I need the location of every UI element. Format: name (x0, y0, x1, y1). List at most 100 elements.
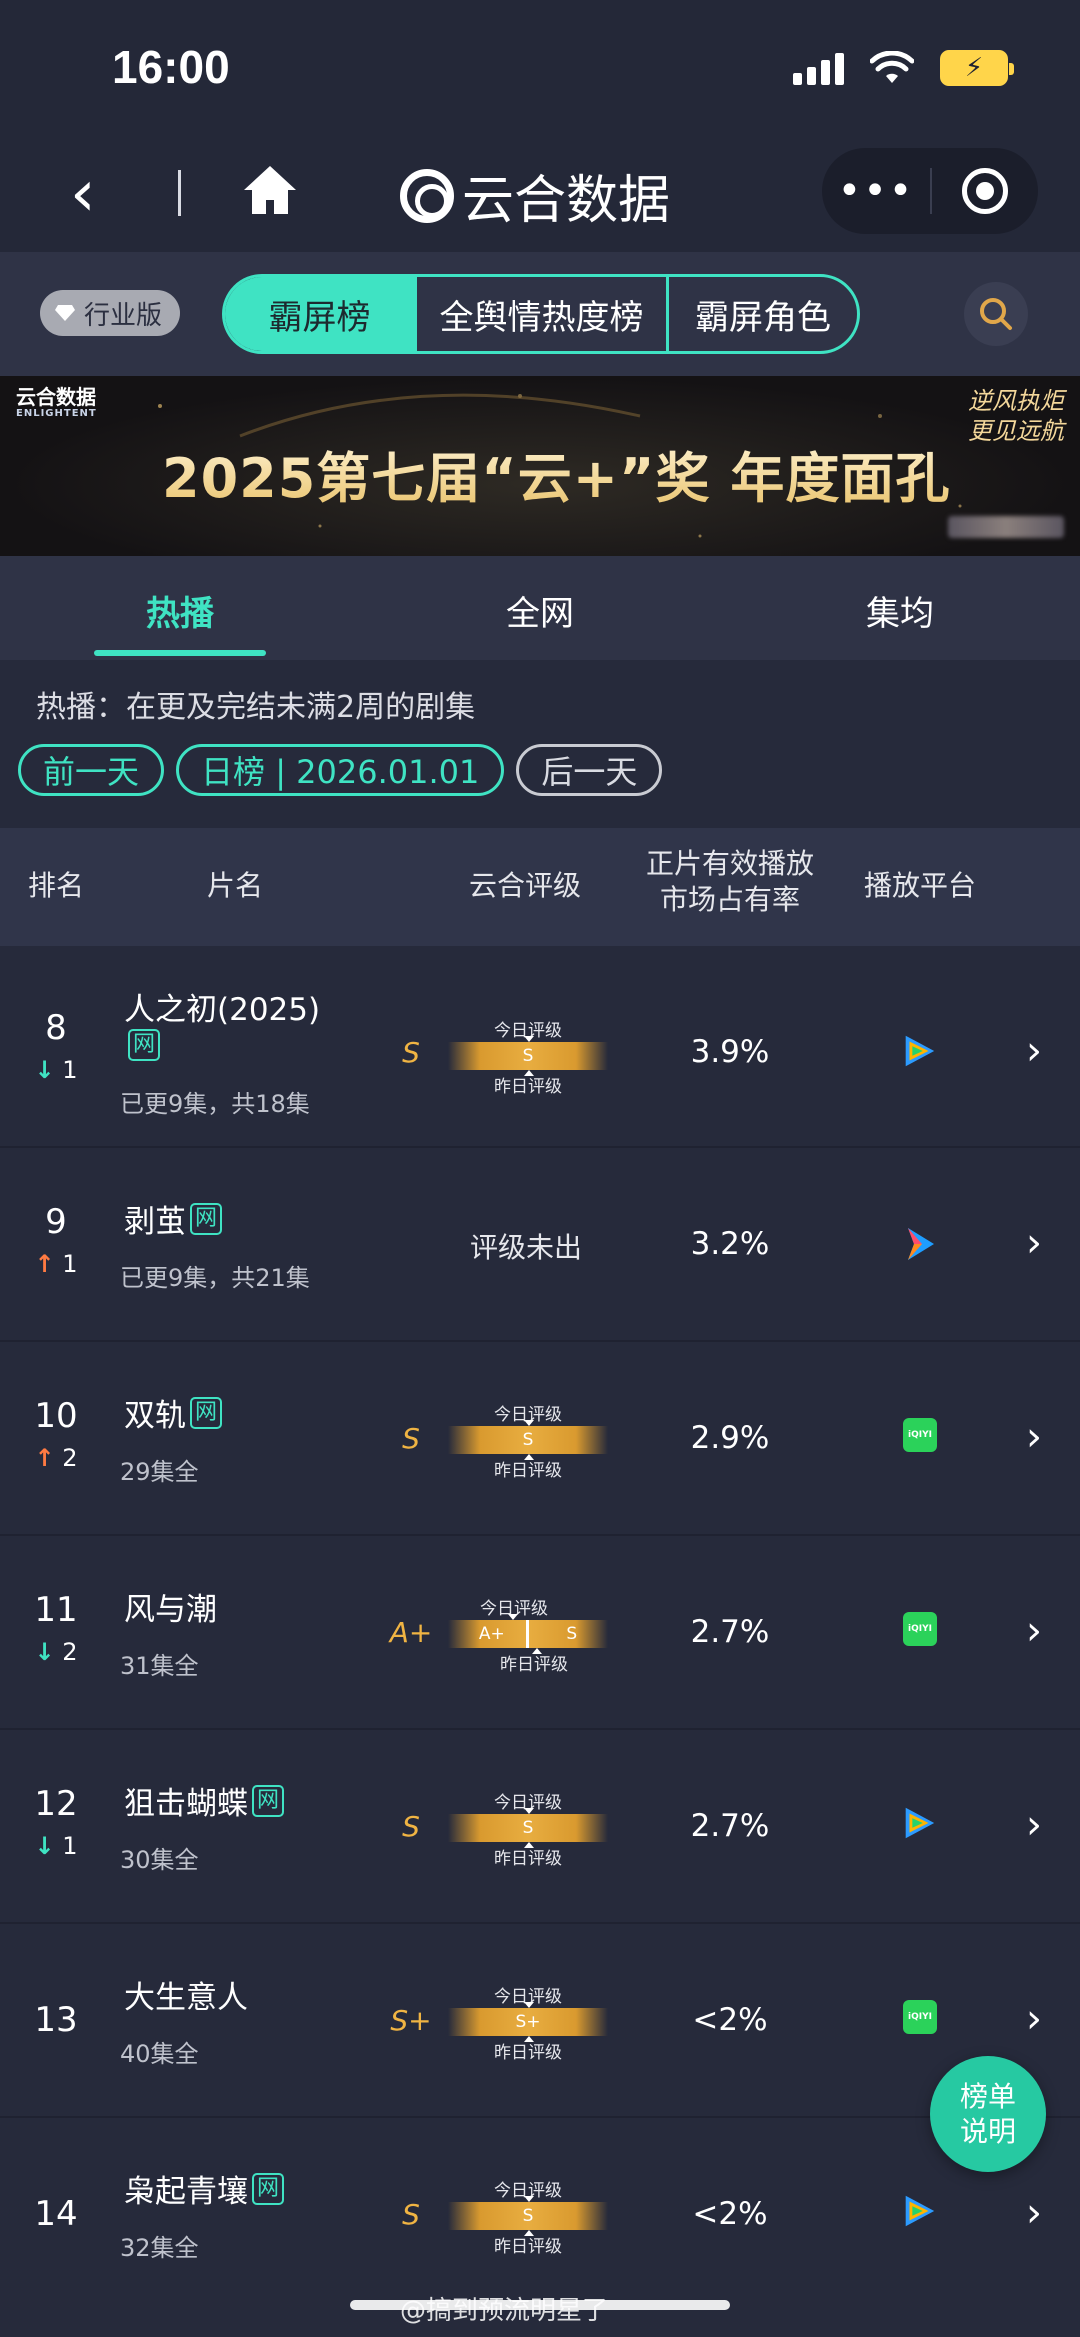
table-row[interactable]: 10 ↑ 2 双轨网 29集全 S 今日评级 S 昨日评级 2.9% iQIYI… (0, 1342, 1080, 1532)
market-share: <2% (692, 2196, 768, 2232)
drama-title: 狙击蝴蝶网 (124, 1778, 284, 1823)
header-share: 正片有效播放 市场占有率 (640, 846, 820, 919)
tab-dominance[interactable]: 霸屏榜 (225, 277, 417, 351)
chevron-right-icon[interactable]: › (1026, 1608, 1042, 1654)
banner-title: 2025第七届“云+”奖 年度面孔 (162, 434, 950, 513)
ranking-tab-group: 霸屏榜 全舆情热度榜 霸屏角色 (222, 274, 860, 354)
next-day-button[interactable]: 后一天 (516, 744, 663, 796)
definition-note: 热播：在更及完结未满2周的剧集 (36, 690, 476, 725)
header-rating: 云合评级 (468, 869, 581, 902)
episode-status: 31集全 (120, 1652, 199, 1680)
episode-status: 40集全 (120, 2040, 199, 2068)
rank-trend: ↓ 2 (0, 1638, 112, 1666)
edition-badge-label: 行业版 (84, 300, 163, 331)
edition-badge[interactable]: 行业版 (40, 290, 181, 336)
rating-bar: S+ (448, 2002, 608, 2042)
today-rating: A+ (478, 1624, 505, 1644)
rating-comparison: 今日评级 S 昨日评级 (448, 1021, 608, 1097)
web-drama-tag: 网 (190, 1202, 222, 1235)
more-button[interactable]: ••• (822, 168, 930, 214)
today-rating: S (522, 1046, 534, 1066)
episode-status: 已更9集，共21集 (120, 1264, 310, 1292)
tab-hot[interactable]: 热播 (0, 556, 360, 660)
chevron-right-icon[interactable]: › (1026, 1802, 1042, 1848)
table-row[interactable]: 11 ↓ 2 风与潮 31集全 A+ 今日评级 A+ S 昨日评级 2.7% i… (0, 1536, 1080, 1726)
home-icon[interactable] (240, 160, 300, 220)
trend-value: 1 (62, 1056, 78, 1084)
banner-slogan: 逆风执炬 更见远航 (968, 386, 1064, 446)
yesterday-rating-label: 昨日评级 (500, 1655, 568, 1675)
episode-status: 已更9集，共18集 (120, 1090, 310, 1118)
fab-line1: 榜单 (959, 2080, 1016, 2113)
drama-title-text: 剥茧 (124, 1204, 186, 1240)
rating-comparison: 今日评级 S 昨日评级 (448, 2181, 608, 2257)
iqiyi-logo: iQIYI (903, 2000, 937, 2034)
header-share-line2: 市场占有率 (659, 883, 800, 917)
trend-up-icon: ↑ (34, 1250, 55, 1278)
ranking-explanation-button[interactable]: 榜单 说明 (930, 2056, 1046, 2172)
rank-number: 12 (34, 1784, 78, 1824)
rating-bar: S (448, 1808, 608, 1848)
mini-program-capsule: ••• (822, 148, 1038, 234)
nav-divider (178, 170, 181, 216)
banner-slogan-line1: 逆风执炬 (968, 387, 1064, 415)
drama-title-text: 双轨 (124, 1398, 186, 1434)
drama-title-text: 大生意人 (124, 1980, 248, 2016)
search-button[interactable] (964, 282, 1028, 346)
table-row[interactable]: 12 ↓ 1 狙击蝴蝶网 30集全 S 今日评级 S 昨日评级 2.7% › (0, 1730, 1080, 1920)
market-share: <2% (692, 2002, 768, 2038)
tab-per-episode[interactable]: 集均 (720, 556, 1080, 660)
date-selector[interactable]: 日榜 | 2026.01.01 (176, 744, 505, 796)
trend-value: 2 (62, 1444, 78, 1472)
rating-grade: S (402, 1036, 420, 1069)
table-row[interactable]: 13 大生意人 40集全 S+ 今日评级 S+ 昨日评级 <2% iQIYI › (0, 1924, 1080, 2114)
rank-number: 13 (34, 2000, 78, 2040)
back-button[interactable]: ‹ (70, 162, 96, 226)
market-share: 2.9% (690, 1420, 770, 1456)
toolbar: 行业版 霸屏榜 全舆情热度榜 霸屏角色 (0, 252, 1080, 376)
chevron-right-icon[interactable]: › (1026, 1414, 1042, 1460)
rank-trend: ↑ 1 (0, 1250, 112, 1278)
rating-bar: S (448, 1420, 608, 1460)
yesterday-rating-label: 昨日评级 (494, 2237, 562, 2257)
yesterday-rating-label: 昨日评级 (494, 2043, 562, 2063)
app-title-text: 云合数据 (462, 171, 671, 231)
iqiyi-icon: iQIYI (900, 1612, 940, 1652)
promo-banner[interactable]: 云合数据 ENLIGHTENT 2025第七届“云+”奖 年度面孔 逆风执炬 更… (0, 376, 1080, 556)
rating-comparison: 今日评级 A+ S 昨日评级 (448, 1599, 608, 1675)
table-row[interactable]: 8 ↓ 1 人之初(2025) 网 已更9集，共18集 S 今日评级 S 昨日评级… (0, 954, 1080, 1144)
rank-number: 10 (34, 1396, 78, 1436)
market-share: 3.9% (690, 1034, 770, 1070)
tab-sentiment[interactable]: 全舆情热度榜 (417, 277, 669, 351)
yesterday-rating-label: 昨日评级 (494, 1077, 562, 1097)
banner-logo-sub: ENLIGHTENT (16, 408, 97, 419)
nav-bar: ‹ 云合数据 ••• (0, 140, 1080, 252)
chevron-right-icon[interactable]: › (1026, 1220, 1042, 1266)
tab-all-network[interactable]: 全网 (360, 556, 720, 660)
table-row[interactable]: 14 枭起青壤网 32集全 S 今日评级 S 昨日评级 <2% › (0, 2118, 1080, 2308)
rating-grade: S (402, 1810, 420, 1843)
fab-line2: 说明 (959, 2115, 1016, 2148)
chevron-right-icon[interactable]: › (1026, 1028, 1042, 1074)
market-share: 2.7% (690, 1614, 770, 1650)
close-button[interactable] (932, 168, 1038, 214)
banner-slogan-line2: 更见远航 (968, 417, 1064, 445)
chevron-right-icon[interactable]: › (1026, 2190, 1042, 2236)
market-share: 3.2% (690, 1226, 770, 1262)
tab-roles[interactable]: 霸屏角色 (669, 277, 857, 351)
status-bar: 16:00 ⚡ (0, 0, 1080, 140)
chevron-right-icon[interactable]: › (1026, 1996, 1042, 2042)
logo-icon (400, 168, 454, 223)
trend-value: 1 (62, 1832, 78, 1860)
rank-number: 11 (34, 1590, 78, 1630)
rating-comparison: 今日评级 S 昨日评级 (448, 1793, 608, 1869)
tencent-video-icon (905, 2195, 935, 2227)
iqiyi-logo: iQIYI (903, 1612, 937, 1646)
today-rating: S (522, 1818, 534, 1838)
trend-down-icon: ↓ (34, 1638, 55, 1666)
prev-day-button[interactable]: 前一天 (18, 744, 165, 796)
rating-grade: S (402, 2198, 420, 2231)
table-row[interactable]: 9 ↑ 1 剥茧网 已更9集，共21集 评级未出 3.2% › (0, 1148, 1080, 1338)
rating-comparison: 今日评级 S+ 昨日评级 (448, 1987, 608, 2063)
status-time: 16:00 (112, 41, 230, 93)
